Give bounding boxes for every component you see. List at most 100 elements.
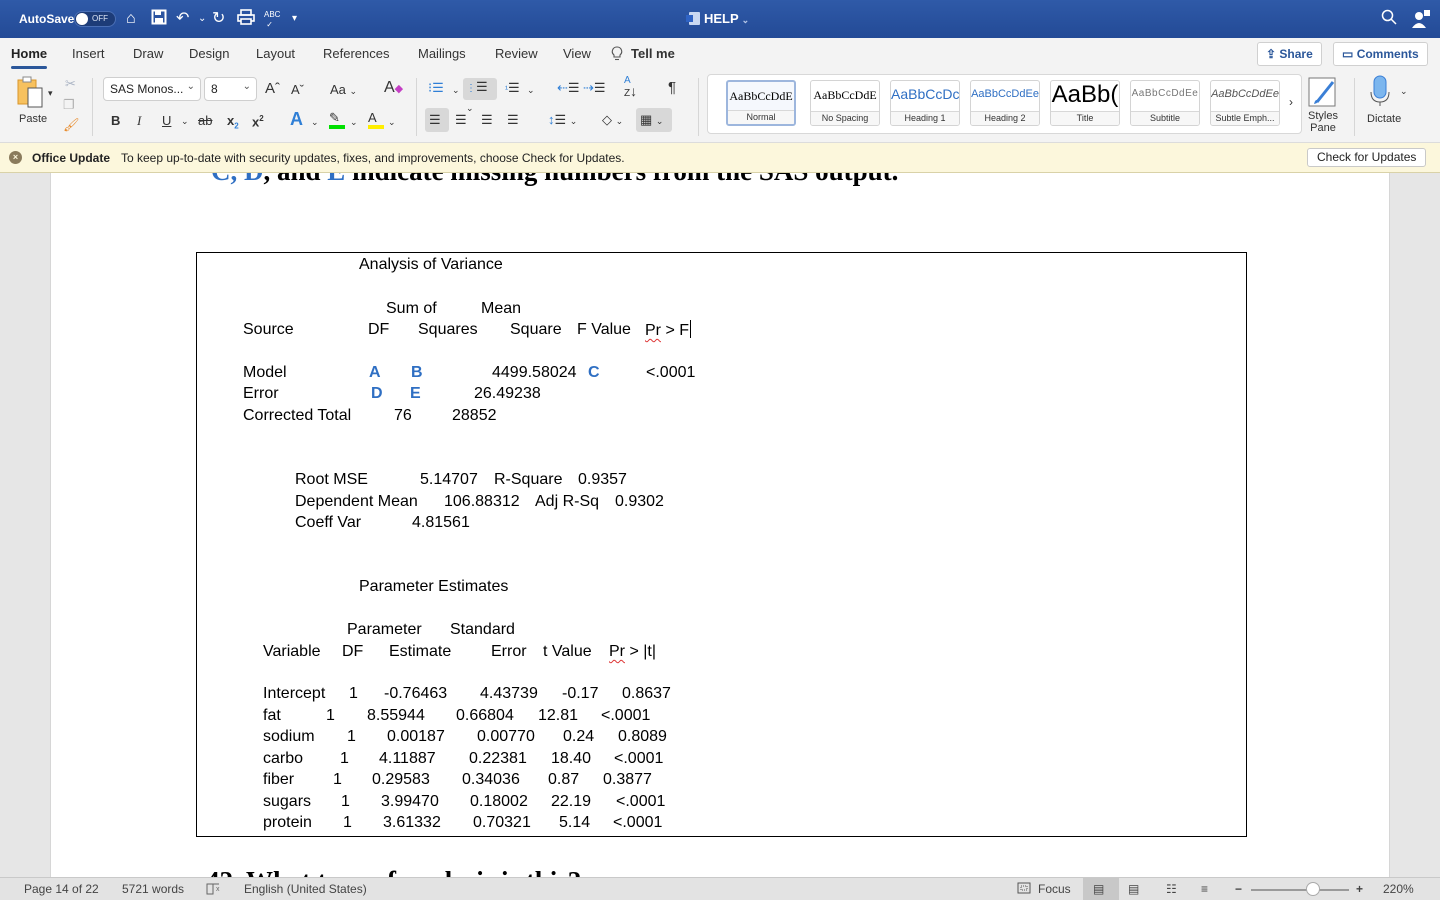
home-icon[interactable]: ⌂ [126,9,136,29]
print-layout-icon[interactable]: ▤ [1093,882,1104,896]
tab-design[interactable]: Design [189,46,229,61]
tell-me-search[interactable]: Tell me [631,46,675,61]
document-page[interactable]: C, D, and E indicate missing numbers fro… [50,173,1390,877]
borders-icon[interactable]: ▦ ⌄ [636,108,672,132]
redo-icon[interactable]: ↻ [212,9,225,29]
tab-layout[interactable]: Layout [256,46,295,61]
underline-dropdown-icon[interactable]: ⌄ [181,112,189,130]
tab-draw[interactable]: Draw [133,46,163,61]
align-center-icon[interactable]: ☰ [455,111,467,129]
sort-icon[interactable]: A Z↓ [624,76,637,99]
tab-mailings[interactable]: Mailings [418,46,466,61]
line-spacing-icon[interactable]: ↕☰ ⌄ [548,111,577,130]
zoom-level[interactable]: 220% [1383,882,1414,896]
tab-home[interactable]: Home [11,46,48,69]
zoom-in-icon[interactable]: + [1356,882,1363,896]
save-icon[interactable] [151,9,167,31]
shrink-font-icon[interactable]: Aˇ [291,81,304,99]
office-update-bar: × Office Update To keep up-to-date with … [0,143,1440,173]
cut-icon[interactable]: ✂ [65,75,76,93]
align-right-icon[interactable]: ☰ [481,111,493,129]
r-square-value: 0.9357 [578,471,627,488]
numbering-icon[interactable]: ⋮☰ ⌄ [463,78,497,113]
tab-view[interactable]: View [563,46,591,61]
close-icon[interactable]: × [9,151,22,164]
style-heading-1[interactable]: AaBbCcDc Heading 1 [890,80,960,126]
paste-dropdown-icon[interactable]: ▾ [48,84,53,102]
draft-view-icon[interactable]: ≡ [1201,882,1208,896]
multilevel-list-icon[interactable]: ¹☰ [505,79,520,98]
tab-references[interactable]: References [323,46,389,61]
bullets-dropdown-icon[interactable]: ⌄ [452,81,460,99]
chevron-right-icon[interactable]: › [1289,93,1293,111]
subscript-icon[interactable]: x2 [227,112,239,136]
language[interactable]: English (United States) [244,882,367,896]
outline-view-icon[interactable]: ☷ [1166,882,1177,896]
tab-insert[interactable]: Insert [72,46,105,61]
status-bar: Page 14 of 22 5721 words x English (Unit… [0,877,1440,900]
page-count[interactable]: Page 14 of 22 [24,882,99,896]
style-heading-2[interactable]: AaBbCcDdEe Heading 2 [970,80,1040,126]
increase-indent-icon[interactable]: ⇢☰ [583,79,606,97]
zoom-slider[interactable] [1251,889,1349,891]
microphone-icon[interactable] [1369,75,1391,112]
format-painter-icon[interactable]: 🖌 [63,116,80,134]
param-t-value: 18.40 [551,750,592,767]
style-subtitle[interactable]: AaBbCcDdEe Subtitle [1130,80,1200,126]
highlight-color-icon[interactable]: ✎ [329,109,345,129]
bullets-icon[interactable]: ⁝☰ [428,79,444,97]
change-case-button[interactable]: Aa ⌄ [330,81,357,100]
web-layout-icon[interactable]: ▤ [1128,882,1139,896]
check-for-updates-button[interactable]: Check for Updates [1307,148,1427,167]
multilevel-dropdown-icon[interactable]: ⌄ [527,81,535,99]
zoom-slider-thumb[interactable] [1306,882,1320,896]
highlight-dropdown-icon[interactable]: ⌄ [350,113,358,131]
align-left-icon[interactable]: ☰ [425,108,449,132]
share-button[interactable]: ⇪ Share [1257,42,1322,66]
customize-icon[interactable]: ▾ [292,9,297,29]
style-subtle-emphasis[interactable]: AaBbCcDdEe Subtle Emph... [1210,80,1280,126]
style-title[interactable]: AaBb( Title [1050,80,1120,126]
dictate-dropdown-icon[interactable]: ⌄ [1400,82,1408,100]
document-canvas[interactable]: C, D, and E indicate missing numbers fro… [0,173,1440,877]
style-no-spacing[interactable]: AaBbCcDdE No Spacing [810,80,880,126]
zoom-out-icon[interactable]: − [1235,882,1242,896]
show-formatting-icon[interactable]: ¶ [668,79,676,97]
account-icon[interactable] [1410,9,1432,34]
font-color-icon[interactable]: A [368,109,384,129]
text-effects-dropdown-icon[interactable]: ⌄ [311,113,319,131]
print-icon[interactable] [237,9,255,31]
shading-icon[interactable]: ◇ ⌄ [602,111,623,130]
bold-icon[interactable]: B [111,112,120,130]
font-name-dropdown[interactable]: SAS Monos... ⌄ [103,77,201,101]
text-effects-icon[interactable]: A [290,110,303,128]
text-run: , and [264,173,328,186]
focus-icon[interactable] [1017,882,1031,897]
strikethrough-icon[interactable]: ab [198,112,212,130]
coeff-var-value: 4.81561 [412,514,470,531]
undo-dropdown-icon[interactable]: ⌄ [198,9,206,29]
font-size-dropdown[interactable]: 8 ⌄ [204,77,257,101]
proofing-icon[interactable]: x [206,882,222,899]
change-case-label: Aa [330,82,346,97]
font-color-dropdown-icon[interactable]: ⌄ [388,113,396,131]
word-count[interactable]: 5721 words [122,882,184,896]
style-normal[interactable]: AaBbCcDdE Normal [726,80,796,126]
styles-pane-icon[interactable] [1307,76,1339,113]
grow-font-icon[interactable]: Aˆ [265,80,280,98]
italic-icon[interactable]: I [137,112,141,130]
comments-button[interactable]: ▭ Comments [1333,42,1428,66]
superscript-icon[interactable]: x2 [252,110,264,131]
decrease-indent-icon[interactable]: ⇠☰ [557,79,580,97]
undo-icon[interactable]: ↶ [176,9,189,29]
tab-review[interactable]: Review [495,46,538,61]
header-df: DF [342,643,364,660]
autosave-toggle[interactable]: OFF [74,11,116,27]
clear-formatting-icon[interactable]: A◆ [384,79,403,98]
spelling-icon[interactable]: ABC ✓ [264,10,280,30]
copy-icon[interactable]: ❐ [63,96,75,114]
search-icon[interactable] [1381,9,1397,30]
focus-label[interactable]: Focus [1038,882,1071,896]
justify-icon[interactable]: ☰ [507,111,519,129]
underline-icon[interactable]: U [162,112,171,130]
